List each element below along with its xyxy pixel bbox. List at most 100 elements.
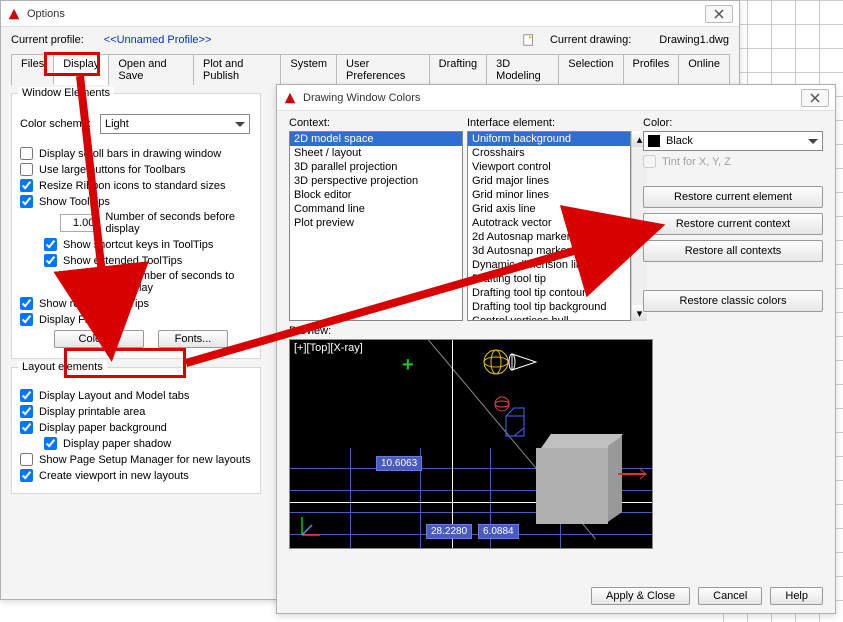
cb-page-setup-mgr[interactable]: Show Page Setup Manager for new layouts: [20, 453, 252, 466]
color-scheme-label: Color scheme:: [20, 118, 100, 130]
preview-cube: [536, 448, 608, 524]
secs-delay-input[interactable]: 2: [80, 273, 121, 291]
color-scheme-value: Light: [105, 118, 129, 130]
color-label: Color:: [643, 117, 823, 129]
window-elements-title: Window Elements: [18, 87, 114, 99]
interface-element-item[interactable]: Grid minor lines: [468, 188, 630, 202]
tab-drafting[interactable]: Drafting: [429, 54, 488, 85]
context-item[interactable]: Sheet / layout: [290, 146, 462, 160]
options-titlebar: Options: [1, 1, 739, 27]
interface-element-item[interactable]: 2d Autosnap marker: [468, 230, 630, 244]
tab-user-prefs[interactable]: User Preferences: [336, 54, 430, 85]
context-item[interactable]: Plot preview: [290, 216, 462, 230]
chevron-down-icon: [235, 122, 245, 127]
cb-printable[interactable]: Display printable area: [20, 405, 252, 418]
current-drawing-value: Drawing1.dwg: [659, 34, 729, 46]
interface-element-item[interactable]: Viewport control: [468, 160, 630, 174]
interface-element-listbox[interactable]: Uniform backgroundCrosshairsViewport con…: [467, 131, 631, 321]
interface-element-item[interactable]: Crosshairs: [468, 146, 630, 160]
autocad-logo-icon: [283, 91, 297, 105]
cb-shortcut-keys[interactable]: Show shortcut keys in ToolTips: [20, 238, 252, 251]
tab-files[interactable]: Files: [11, 54, 54, 85]
preview-coord-3: 6.0884: [478, 524, 519, 539]
help-button[interactable]: Help: [770, 587, 823, 605]
interface-element-item[interactable]: Drafting tool tip: [468, 272, 630, 286]
window-elements-group: Window Elements Color scheme: Light Disp…: [11, 93, 261, 359]
tab-3d-modeling[interactable]: 3D Modeling: [486, 54, 559, 85]
colors-window-title: Drawing Window Colors: [303, 92, 420, 104]
tab-system[interactable]: System: [280, 54, 337, 85]
snap-marker-icon: +: [402, 354, 414, 377]
axis-x-icon: [618, 467, 648, 484]
cb-extended-tooltips[interactable]: Show extended ToolTips: [20, 254, 252, 267]
interface-element-item[interactable]: Uniform background: [468, 132, 630, 146]
axis-triad-icon: [298, 509, 328, 542]
color-dropdown[interactable]: Black: [643, 131, 823, 151]
cb-scrollbars[interactable]: Display scroll bars in drawing window: [20, 147, 252, 160]
tab-selection[interactable]: Selection: [558, 54, 623, 85]
color-scheme-dropdown[interactable]: Light: [100, 114, 250, 134]
color-value: Black: [666, 135, 693, 147]
cb-file-tabs[interactable]: Display File Tabs: [20, 313, 252, 326]
context-item[interactable]: 3D perspective projection: [290, 174, 462, 188]
cb-layout-model[interactable]: Display Layout and Model tabs: [20, 389, 252, 402]
preview-viewport-label: [+][Top][X-ray]: [294, 342, 363, 354]
options-window-title: Options: [27, 8, 65, 20]
interface-element-label: Interface element:: [467, 117, 647, 129]
interface-element-item[interactable]: 3d Autosnap marker: [468, 244, 630, 258]
cb-paper-shadow[interactable]: Display paper shadow: [20, 437, 252, 450]
cb-large-toolbar[interactable]: Use large buttons for Toolbars: [20, 163, 252, 176]
cancel-button[interactable]: Cancel: [698, 587, 762, 605]
current-profile-label: Current profile:: [11, 34, 84, 46]
tab-plot-publish[interactable]: Plot and Publish: [193, 54, 281, 85]
layout-elements-title: Layout elements: [18, 361, 107, 373]
preview-coord-2: 28.2280: [426, 524, 472, 539]
preview-wire-icon: [490, 394, 530, 447]
cb-show-tooltips[interactable]: Show ToolTips: [20, 195, 252, 208]
interface-element-item[interactable]: Grid axis line: [468, 202, 630, 216]
secs-before-label: Number of seconds before display: [105, 211, 252, 235]
context-item[interactable]: Block editor: [290, 188, 462, 202]
autocad-logo-icon: [7, 7, 21, 21]
restore-all-contexts-button[interactable]: Restore all contexts: [643, 240, 823, 262]
drawing-icon: [522, 33, 536, 47]
layout-elements-group: Layout elements Display Layout and Model…: [11, 367, 261, 494]
cb-paper-bg[interactable]: Display paper background: [20, 421, 252, 434]
restore-current-element-button[interactable]: Restore current element: [643, 186, 823, 208]
interface-element-item[interactable]: Autotrack vector: [468, 216, 630, 230]
colors-button[interactable]: Colors...: [54, 330, 144, 348]
context-item[interactable]: 3D parallel projection: [290, 160, 462, 174]
tab-online[interactable]: Online: [678, 54, 730, 85]
interface-element-item[interactable]: Control vertices hull: [468, 314, 630, 321]
interface-element-item[interactable]: Grid major lines: [468, 174, 630, 188]
interface-element-item[interactable]: Dynamic dimension lines: [468, 258, 630, 272]
current-drawing-label: Current drawing:: [550, 34, 631, 46]
color-swatch-icon: [648, 135, 660, 147]
colors-titlebar: Drawing Window Colors: [277, 85, 835, 111]
context-item[interactable]: Command line: [290, 202, 462, 216]
restore-classic-colors-button[interactable]: Restore classic colors: [643, 290, 823, 312]
apply-close-button[interactable]: Apply & Close: [591, 587, 690, 605]
close-icon[interactable]: [801, 89, 829, 107]
close-icon[interactable]: [705, 5, 733, 23]
cb-rollover-tooltips[interactable]: Show rollover ToolTips: [20, 297, 252, 310]
cb-resize-ribbon[interactable]: Resize Ribbon icons to standard sizes: [20, 179, 252, 192]
restore-current-context-button[interactable]: Restore current context: [643, 213, 823, 235]
interface-element-item[interactable]: Drafting tool tip contour: [468, 286, 630, 300]
secs-before-input[interactable]: 1.00: [60, 214, 99, 232]
preview-coord-1: 10.6063: [376, 456, 422, 471]
preview-sphere-icon: [482, 348, 538, 385]
fonts-button[interactable]: Fonts...: [158, 330, 228, 348]
preview-label: Preview:: [289, 325, 653, 337]
current-profile-value: <<Unnamed Profile>>: [104, 34, 212, 46]
secs-delay-label: Number of seconds to delay: [127, 270, 252, 294]
cb-create-viewport[interactable]: Create viewport in new layouts: [20, 469, 252, 482]
context-label: Context:: [289, 117, 463, 129]
drawing-window-colors-dialog: Drawing Window Colors Context: 2D model …: [276, 84, 836, 614]
tab-open-save[interactable]: Open and Save: [108, 54, 194, 85]
tab-profiles[interactable]: Profiles: [623, 54, 680, 85]
context-item[interactable]: 2D model space: [290, 132, 462, 146]
context-listbox[interactable]: 2D model spaceSheet / layout3D parallel …: [289, 131, 463, 321]
interface-element-item[interactable]: Drafting tool tip background: [468, 300, 630, 314]
tab-display[interactable]: Display: [53, 54, 109, 85]
